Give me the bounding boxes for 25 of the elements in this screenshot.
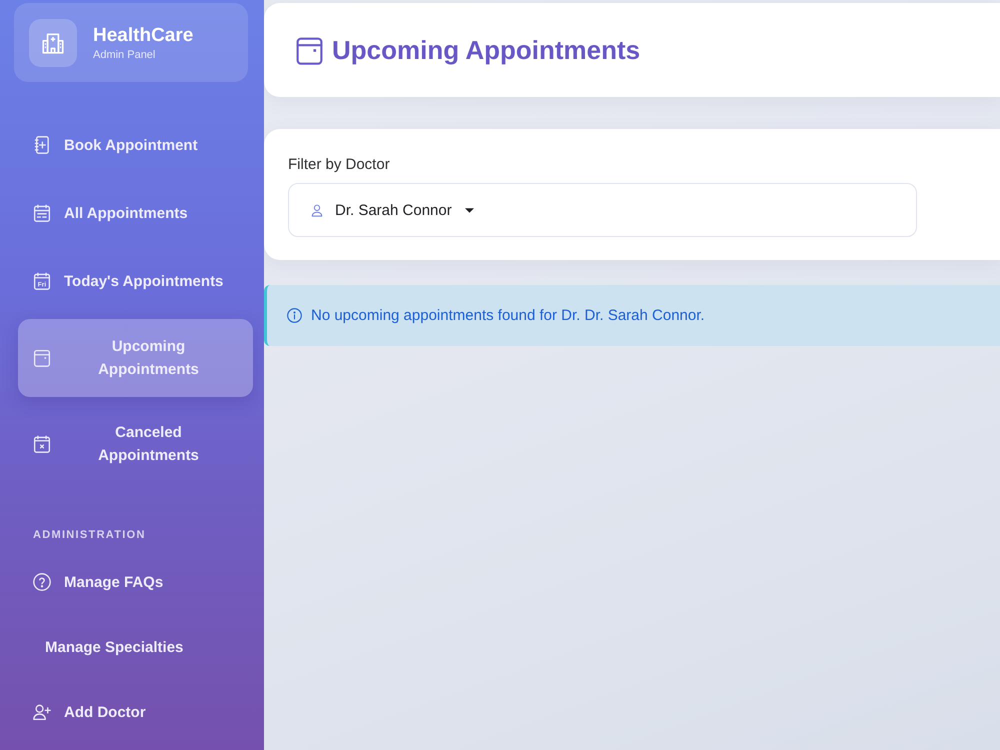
caret-icon [464, 208, 474, 212]
section-heading: ADMINISTRATION [32, 529, 146, 542]
page-title: Upcoming Appointments [332, 34, 640, 66]
user-icon [311, 204, 323, 216]
calendar-icon [33, 204, 51, 222]
calendar-x-icon [33, 435, 51, 453]
nav-item[interactable]: Upcoming Appointments [18, 319, 253, 397]
calendar-icon [33, 349, 51, 367]
notebook-plus-icon [33, 136, 51, 154]
doctor-select[interactable]: Dr. Sarah Connor [288, 183, 917, 237]
brand-title: HealthCare [93, 24, 194, 46]
add-user-icon [33, 703, 51, 721]
nav-item[interactable]: Add Doctor [18, 682, 253, 742]
nav-item[interactable]: Book Appointment [18, 115, 253, 175]
nav-item[interactable]: Canceled Appointments [18, 405, 253, 483]
nav-item[interactable]: Manage Specialties [18, 617, 253, 677]
brand-subtitle: Admin Panel [93, 48, 156, 62]
filter-label: Filter by Doctor [288, 155, 390, 175]
nav-item[interactable]: All Appointments [18, 183, 253, 243]
calendar-icon [296, 36, 323, 64]
nav-item[interactable]: Manage FAQs [18, 552, 253, 612]
alert-message: No upcoming appointments found for Dr. Dr. Sarah Connor. [311, 307, 705, 324]
hospital-icon [29, 18, 77, 66]
help-icon [33, 573, 51, 591]
info-icon [287, 308, 302, 323]
